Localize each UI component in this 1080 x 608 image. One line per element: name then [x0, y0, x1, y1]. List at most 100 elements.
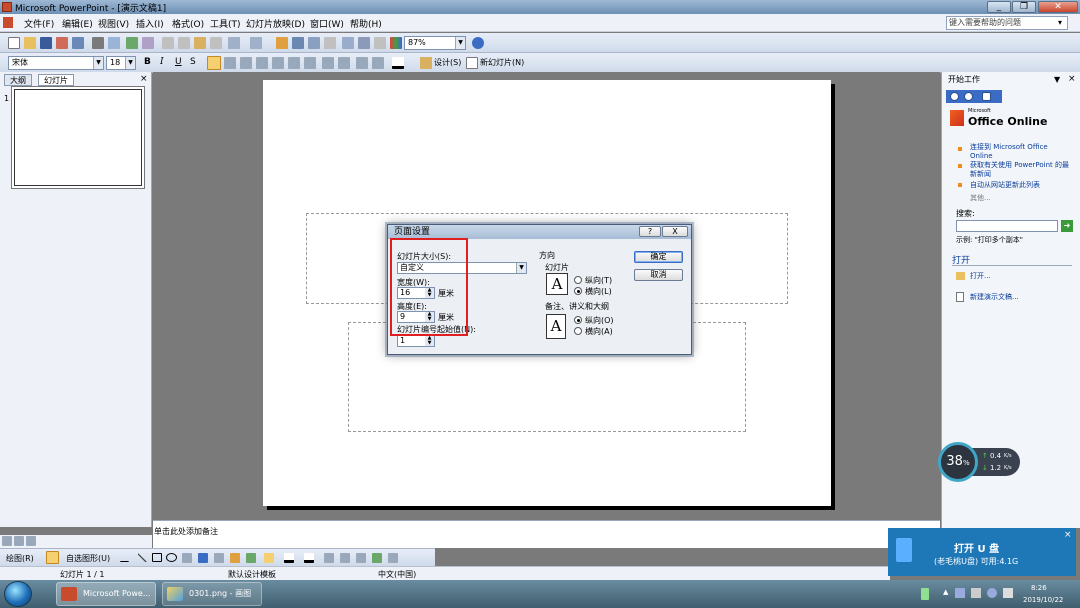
chevron-down-icon[interactable]: ▼	[455, 37, 465, 49]
redo-icon[interactable]	[250, 37, 262, 49]
ok-button[interactable]: 确定	[634, 251, 683, 263]
print-preview-icon[interactable]	[108, 37, 120, 49]
usb-tray-icon[interactable]	[955, 588, 965, 598]
notes-pane[interactable]: 单击此处添加备注	[153, 520, 940, 548]
back-icon[interactable]	[950, 92, 959, 101]
draw-menu-button[interactable]: 绘图(R)	[6, 553, 34, 564]
dialog-close-button[interactable]: X	[662, 226, 688, 237]
font-color-icon[interactable]	[392, 57, 404, 69]
menu-file[interactable]: 文件(F)	[24, 17, 54, 30]
maximize-button[interactable]: ❐	[1012, 1, 1036, 13]
link-more[interactable]: 其他...	[970, 193, 991, 203]
bullets-icon[interactable]	[304, 57, 316, 69]
close-pane-icon[interactable]: ×	[140, 74, 148, 84]
permission-icon[interactable]	[56, 37, 68, 49]
numbering-icon[interactable]	[288, 57, 300, 69]
link-auto-update[interactable]: 自动从网站更新此列表	[970, 180, 1040, 190]
font-select[interactable]: 宋体 ▼	[8, 56, 104, 70]
insert-chart-icon[interactable]	[276, 37, 288, 49]
new-slide-icon[interactable]	[466, 57, 478, 69]
new-presentation-link[interactable]: 新建演示文稿...	[970, 292, 1019, 302]
shield-icon[interactable]	[987, 588, 997, 598]
slideshow-view-icon[interactable]	[26, 536, 36, 546]
line-color-icon[interactable]	[284, 553, 294, 563]
close-icon[interactable]: ×	[1064, 530, 1072, 540]
fill-color-icon[interactable]	[264, 553, 274, 563]
show-hidden-icon[interactable]: ▲	[943, 588, 948, 596]
display-icon[interactable]	[971, 588, 981, 598]
menu-tools[interactable]: 工具(T)	[210, 17, 241, 30]
open-file-link[interactable]: 打开...	[970, 271, 991, 281]
search-go-icon[interactable]: ➜	[1061, 220, 1073, 232]
align-right-icon[interactable]	[240, 57, 252, 69]
start-number-input[interactable]: 1 ▲ ▼	[397, 335, 435, 347]
design-icon[interactable]	[420, 57, 432, 69]
chevron-down-icon[interactable]: ▼	[125, 57, 135, 69]
show-formatting-icon[interactable]	[358, 37, 370, 49]
menu-view[interactable]: 视图(V)	[98, 17, 129, 30]
battery-icon[interactable]	[921, 588, 929, 600]
task-paint[interactable]: 0301.png - 画图	[162, 582, 262, 606]
menu-slideshow[interactable]: 幻灯片放映(D)	[246, 17, 305, 30]
decrease-font-icon[interactable]	[338, 57, 350, 69]
tab-slides[interactable]: 幻灯片	[38, 74, 74, 86]
start-button[interactable]	[4, 581, 32, 607]
task-pane-close-icon[interactable]: ×	[1068, 74, 1076, 84]
slides-portrait-radio[interactable]	[574, 276, 582, 284]
menu-format[interactable]: 格式(O)	[172, 17, 204, 30]
3d-style-icon[interactable]	[388, 553, 398, 563]
minimize-button[interactable]: _	[987, 1, 1011, 13]
increase-indent-icon[interactable]	[372, 57, 384, 69]
link-office-online[interactable]: 连接到 Microsoft Office Online	[970, 143, 1070, 161]
task-pane-menu-icon[interactable]: ▼	[1054, 75, 1060, 84]
notes-portrait-radio[interactable]	[574, 316, 582, 324]
arrow-style-icon[interactable]	[356, 553, 366, 563]
new-icon[interactable]	[8, 37, 20, 49]
insert-hyperlink-icon[interactable]	[324, 37, 336, 49]
clock-time[interactable]: 8:26	[1031, 584, 1047, 592]
chevron-down-icon[interactable]: ▼	[93, 57, 103, 69]
undo-icon[interactable]	[228, 37, 240, 49]
start-number-spinner[interactable]: ▲ ▼	[425, 336, 434, 346]
research-icon[interactable]	[142, 37, 154, 49]
oval-icon[interactable]	[166, 553, 177, 562]
notes-landscape-radio[interactable]	[574, 327, 582, 335]
show-grid-icon[interactable]	[374, 37, 386, 49]
arrow-icon[interactable]	[138, 553, 147, 562]
link-latest-news[interactable]: 获取有关使用 PowerPoint 的最新新闻	[970, 161, 1075, 179]
insert-table-icon[interactable]	[292, 37, 304, 49]
dash-style-icon[interactable]	[340, 553, 350, 563]
font-color-icon[interactable]	[304, 553, 314, 563]
autoshapes-menu-button[interactable]: 自选图形(U)	[66, 553, 110, 564]
close-button[interactable]: ✕	[1038, 1, 1078, 13]
print-icon[interactable]	[92, 37, 104, 49]
task-powerpoint[interactable]: Microsoft Powe...	[56, 582, 156, 606]
align-left-icon[interactable]	[207, 56, 221, 70]
normal-view-icon[interactable]	[2, 536, 12, 546]
tab-outline[interactable]: 大纲	[4, 74, 32, 86]
zoom-select[interactable]: 87% ▼	[404, 36, 466, 50]
open-icon[interactable]	[24, 37, 36, 49]
save-icon[interactable]	[40, 37, 52, 49]
menu-edit[interactable]: 编辑(E)	[62, 17, 93, 30]
align-center-icon[interactable]	[224, 57, 236, 69]
copy-icon[interactable]	[178, 37, 190, 49]
spelling-icon[interactable]	[126, 37, 138, 49]
tables-borders-icon[interactable]	[308, 37, 320, 49]
increase-font-icon[interactable]	[322, 57, 334, 69]
menu-insert[interactable]: 插入(I)	[136, 17, 164, 30]
sorter-view-icon[interactable]	[14, 536, 24, 546]
slides-landscape-radio[interactable]	[574, 287, 582, 295]
textbox-icon[interactable]	[182, 553, 192, 563]
format-painter-icon[interactable]	[210, 37, 222, 49]
menu-window[interactable]: 窗口(W)	[310, 17, 344, 30]
slide-thumbnail[interactable]	[14, 89, 142, 186]
italic-button[interactable]: I	[160, 57, 164, 67]
line-style-icon[interactable]	[324, 553, 334, 563]
cut-icon[interactable]	[162, 37, 174, 49]
dialog-help-button[interactable]: ?	[639, 226, 661, 237]
search-input[interactable]	[956, 220, 1058, 232]
distributed-icon[interactable]	[272, 57, 284, 69]
paste-icon[interactable]	[194, 37, 206, 49]
usb-notification[interactable]: 打开 U 盘 (老毛桃U盘) 可用:4.1G ×	[888, 528, 1076, 576]
